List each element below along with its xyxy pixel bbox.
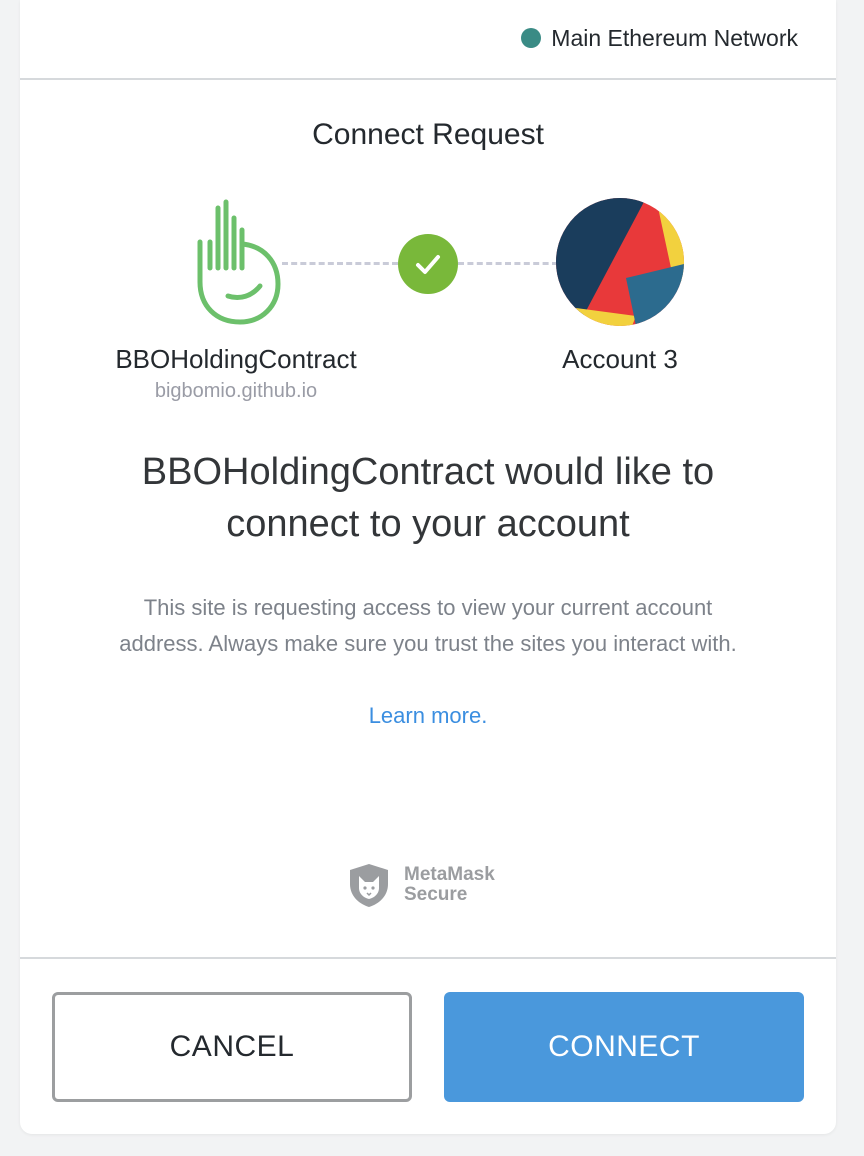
- connect-heading: BBOHoldingContract would like to connect…: [60, 446, 796, 550]
- cancel-button-label[interactable]: CANCEL: [170, 1030, 295, 1064]
- hand-logo-icon: [197, 199, 281, 325]
- connected-status: [398, 234, 458, 294]
- footer-divider: [20, 957, 836, 959]
- network-status-dot: [521, 28, 542, 48]
- learn-more-label[interactable]: Learn more.: [369, 703, 488, 728]
- connect-button[interactable]: CONNECT: [444, 992, 804, 1102]
- connect-request-card: Main Ethereum Network Connect Request BB…: [20, 0, 836, 1134]
- checkmark-icon: [416, 255, 440, 274]
- secure-text-line-1: MetaMask: [404, 864, 495, 885]
- fox-shield-icon: [350, 864, 388, 907]
- cancel-button[interactable]: CANCEL: [52, 992, 412, 1102]
- learn-more-link[interactable]: Learn more.: [20, 698, 836, 734]
- connector-line-right: [458, 262, 558, 265]
- network-label: Main Ethereum Network: [551, 24, 798, 51]
- connector-line-left: [282, 262, 398, 265]
- secure-text-line-2: Secure: [404, 884, 468, 905]
- header: Main Ethereum Network: [20, 0, 836, 80]
- account-avatar: [556, 198, 684, 326]
- metamask-secure-badge: MetaMask Secure: [348, 862, 495, 908]
- site-name: BBOHoldingContract: [115, 344, 357, 374]
- page-title: Connect Request: [312, 118, 544, 151]
- network-indicator[interactable]: Main Ethereum Network: [521, 22, 798, 54]
- connect-button-label[interactable]: CONNECT: [548, 1030, 700, 1064]
- secure-text: MetaMask Secure: [404, 865, 495, 905]
- site-url: bigbomio.github.io: [154, 380, 318, 402]
- connect-description: This site is requesting access to view y…: [119, 595, 737, 656]
- connect-heading-line-2: connect to your account: [226, 503, 630, 545]
- account-name: Account 3: [562, 344, 678, 374]
- connect-heading-line-1: BBOHoldingContract would like to: [141, 451, 715, 493]
